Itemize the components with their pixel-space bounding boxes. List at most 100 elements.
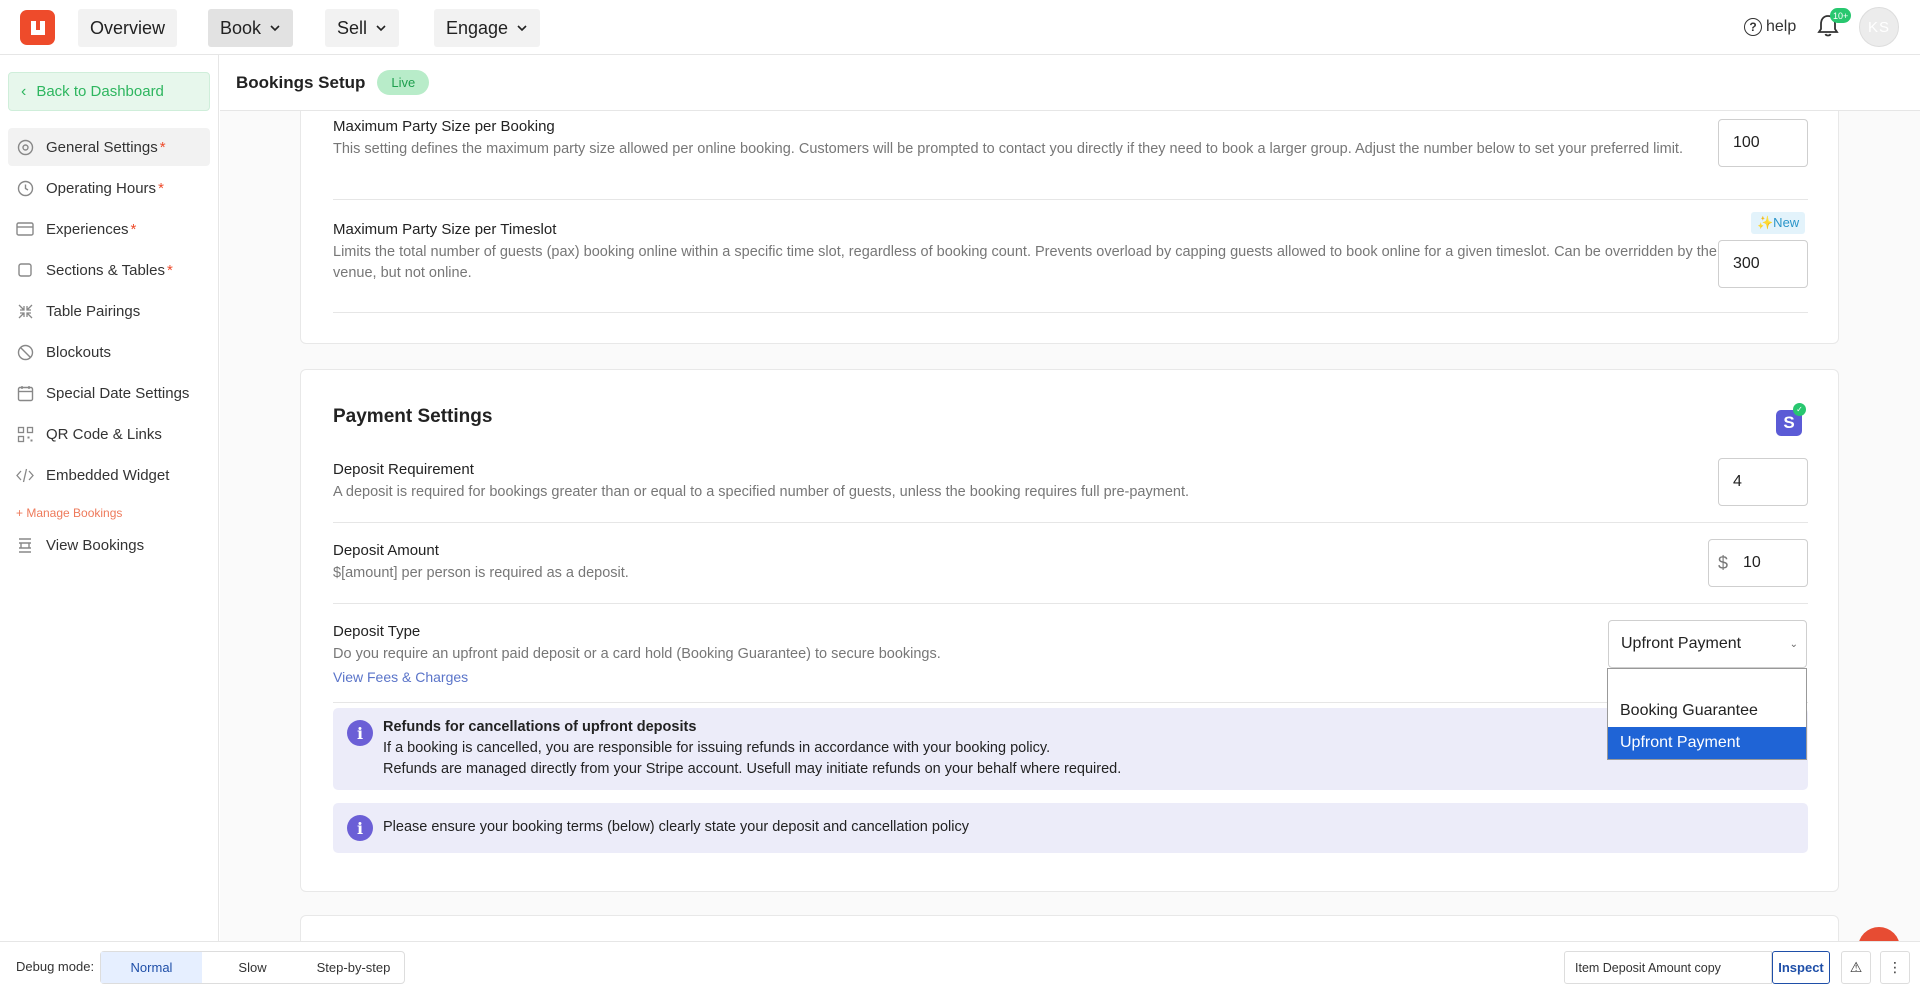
app-logo[interactable] — [20, 10, 55, 45]
max-party-timeslot-row: Maximum Party Size per Timeslot Limits t… — [333, 221, 1808, 284]
divider — [333, 199, 1808, 200]
sidebar-item-embedded-widget[interactable]: Embedded Widget — [8, 456, 210, 494]
deposit-type-label: Deposit Type — [333, 623, 421, 640]
sidebar-item-qr-code-links[interactable]: QR Code & Links — [8, 415, 210, 453]
max-party-booking-row: Maximum Party Size per Booking This sett… — [333, 118, 1808, 160]
nav-engage-label: Engage — [446, 17, 509, 38]
deposit-amount-label: Deposit Amount — [333, 542, 439, 559]
deposit-type-row: Deposit Type Do you require an upfront p… — [333, 623, 1808, 685]
divider — [333, 603, 1808, 604]
sidebar-item-operating-hours[interactable]: Operating Hours * — [8, 169, 210, 207]
info-icon: i — [347, 815, 373, 841]
refund-info-line1: If a booking is cancelled, you are respo… — [383, 740, 1051, 756]
deposit-requirement-desc: A deposit is required for bookings great… — [333, 484, 1190, 500]
chevron-down-icon — [517, 25, 527, 32]
required-marker: * — [158, 179, 164, 197]
code-icon — [16, 466, 34, 484]
notification-badge: 10+ — [1830, 8, 1852, 23]
nav-overview[interactable]: Overview — [78, 9, 178, 47]
nav-sell[interactable]: Sell — [325, 9, 400, 47]
debug-mode-normal[interactable]: Normal — [101, 952, 202, 983]
status-badge: Live — [377, 70, 430, 95]
sidebar-item-label: Sections & Tables — [46, 261, 165, 279]
payment-settings-title: Payment Settings — [333, 406, 493, 427]
qr-icon — [16, 425, 34, 443]
max-party-booking-input[interactable]: 100 — [1718, 119, 1808, 167]
max-party-timeslot-desc: Limits the total number of guests (pax) … — [333, 244, 1717, 281]
party-size-card: Maximum Party Size per Booking This sett… — [300, 111, 1839, 344]
clock-icon — [16, 179, 34, 197]
deposit-amount-input[interactable]: $ 10 — [1708, 539, 1808, 587]
debug-mode-slow[interactable]: Slow — [202, 952, 303, 983]
chevron-left-icon: ‹ — [21, 82, 27, 100]
warning-icon[interactable]: ⚠ — [1841, 951, 1871, 984]
sidebar: ‹ Back to Dashboard General Settings * O… — [0, 55, 219, 941]
deposit-amount-value: 10 — [1743, 554, 1761, 571]
nav-book[interactable]: Book — [208, 9, 294, 47]
pair-icon — [16, 302, 34, 320]
refund-info-box: i Refunds for cancellations of upfront d… — [333, 708, 1808, 790]
max-party-timeslot-input[interactable]: 300 — [1718, 240, 1808, 288]
debug-item-field[interactable]: Item Deposit Amount copy — [1564, 951, 1772, 984]
question-icon: ? — [1744, 18, 1762, 36]
sidebar-item-label: QR Code & Links — [46, 425, 162, 443]
dropdown-option-booking-guarantee[interactable]: Booking Guarantee — [1608, 695, 1806, 727]
nav-book-label: Book — [220, 17, 262, 38]
chevron-down-icon — [376, 25, 386, 32]
divider — [333, 702, 1808, 703]
main-content: Maximum Party Size per Booking This sett… — [220, 111, 1920, 941]
nav-engage[interactable]: Engage — [434, 9, 541, 47]
refund-info-line2: Refunds are managed directly from your S… — [383, 761, 1122, 777]
chevron-down-icon: ⌄ — [1789, 639, 1798, 650]
max-party-booking-label: Maximum Party Size per Booking — [333, 118, 555, 135]
view-fees-link[interactable]: View Fees & Charges — [333, 669, 1808, 685]
block-icon — [16, 343, 34, 361]
inspect-button[interactable]: Inspect — [1772, 951, 1830, 984]
sidebar-item-label: General Settings — [46, 138, 158, 156]
debug-mode-step[interactable]: Step-by-step — [303, 952, 404, 983]
next-settings-card — [300, 915, 1839, 941]
deposit-amount-desc: $[amount] per person is required as a de… — [333, 565, 629, 581]
top-navigation: Overview Book Sell Engage ? help 10+ KS — [0, 0, 1920, 55]
refund-info-text: Refunds for cancellations of upfront dep… — [383, 717, 1121, 780]
user-avatar[interactable]: KS — [1859, 7, 1899, 47]
sidebar-item-label: View Bookings — [46, 536, 145, 554]
deposit-type-dropdown: Booking Guarantee Upfront Payment — [1607, 668, 1807, 760]
terms-info-box: i Please ensure your booking terms (belo… — [333, 803, 1808, 853]
dollar-icon: $ — [1717, 552, 1728, 573]
deposit-amount-row: Deposit Amount $[amount] per person is r… — [333, 542, 1808, 584]
sidebar-item-view-bookings[interactable]: View Bookings — [8, 526, 210, 564]
calendar-icon — [16, 384, 34, 402]
sidebar-item-label: Special Date Settings — [46, 384, 190, 402]
nav-sell-label: Sell — [337, 17, 368, 38]
back-label: Back to Dashboard — [36, 83, 164, 100]
sidebar-item-experiences[interactable]: Experiences * — [8, 210, 210, 248]
sidebar-item-table-pairings[interactable]: Table Pairings — [8, 292, 210, 330]
check-icon: ✓ — [1793, 403, 1806, 416]
sidebar-item-sections-tables[interactable]: Sections & Tables * — [8, 251, 210, 289]
divider — [333, 522, 1808, 523]
sidebar-item-special-date-settings[interactable]: Special Date Settings — [8, 374, 210, 412]
stack-icon — [16, 536, 34, 554]
deposit-requirement-row: Deposit Requirement A deposit is require… — [333, 461, 1808, 503]
dropdown-option-upfront-payment[interactable]: Upfront Payment — [1608, 727, 1806, 759]
back-to-dashboard-button[interactable]: ‹ Back to Dashboard — [8, 72, 210, 111]
debug-bar: Debug mode: Normal Slow Step-by-step Ite… — [0, 941, 1920, 991]
sidebar-item-label: Blockouts — [46, 343, 112, 361]
payment-settings-card: Payment Settings S ✓ Deposit Requirement… — [300, 369, 1839, 892]
required-marker: * — [130, 220, 137, 238]
help-link[interactable]: ? help — [1744, 15, 1796, 39]
sidebar-item-general-settings[interactable]: General Settings * — [8, 128, 210, 166]
sidebar-item-blockouts[interactable]: Blockouts — [8, 333, 210, 371]
deposit-requirement-input[interactable]: 4 — [1718, 458, 1808, 506]
required-marker: * — [159, 138, 166, 156]
max-party-booking-desc: This setting defines the maximum party s… — [333, 141, 1683, 157]
debug-mode-selector: Normal Slow Step-by-step — [100, 951, 405, 984]
manage-bookings-section[interactable]: + Manage Bookings — [16, 506, 122, 520]
deposit-type-select[interactable]: Upfront Payment ⌄ — [1608, 620, 1807, 668]
logo-icon — [30, 20, 45, 35]
deposit-type-value: Upfront Payment — [1621, 635, 1742, 652]
card-icon — [16, 220, 34, 238]
more-vertical-icon[interactable]: ⋮ — [1880, 951, 1910, 984]
info-icon: i — [347, 720, 373, 746]
